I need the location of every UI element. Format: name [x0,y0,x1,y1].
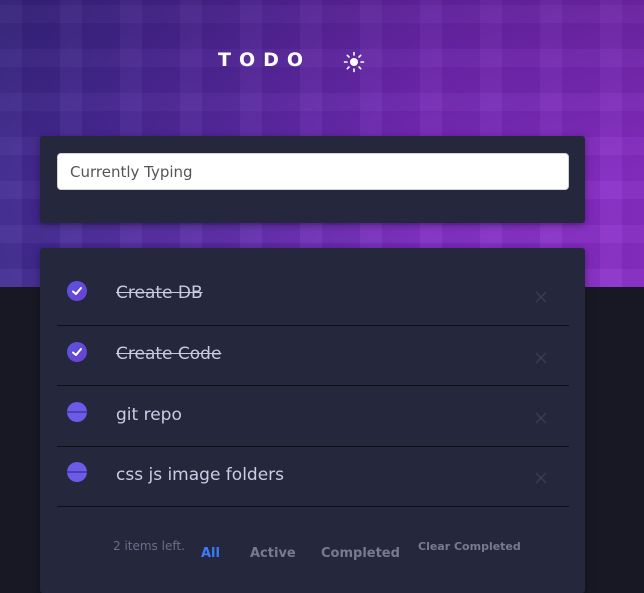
clear-completed-button[interactable]: Clear Completed [418,540,521,553]
todo-item: css js image folders [57,446,569,507]
checkmark-icon [72,287,82,295]
app-title: TODO [218,49,312,71]
todo-check-button[interactable] [67,462,87,482]
filter-active-button[interactable]: Active [250,546,296,561]
todo-item: Create Code [57,325,569,386]
delete-icon[interactable] [534,351,548,365]
todo-text: css js image folders [116,465,285,485]
todo-item: git repo [57,386,569,447]
theme-toggle-button[interactable] [343,51,365,73]
filter-all-button[interactable]: All [201,546,220,561]
delete-icon[interactable] [534,290,548,304]
delete-icon[interactable] [534,471,548,485]
checkmark-icon [72,348,82,356]
sun-icon [343,51,365,73]
todo-check-button[interactable] [67,342,87,362]
todo-text: Create Code [116,344,222,364]
items-left-count: 2 items left. [113,539,185,553]
filter-completed-button[interactable]: Completed [321,546,400,561]
todo-item: Create DB [57,265,569,326]
todo-text: git repo [116,405,182,425]
todo-text: Create DB [116,283,203,303]
new-todo-input[interactable] [57,153,569,190]
new-todo-card [40,136,585,223]
todo-check-button[interactable] [67,402,87,422]
todo-check-button[interactable] [67,281,87,301]
delete-icon[interactable] [534,411,548,425]
